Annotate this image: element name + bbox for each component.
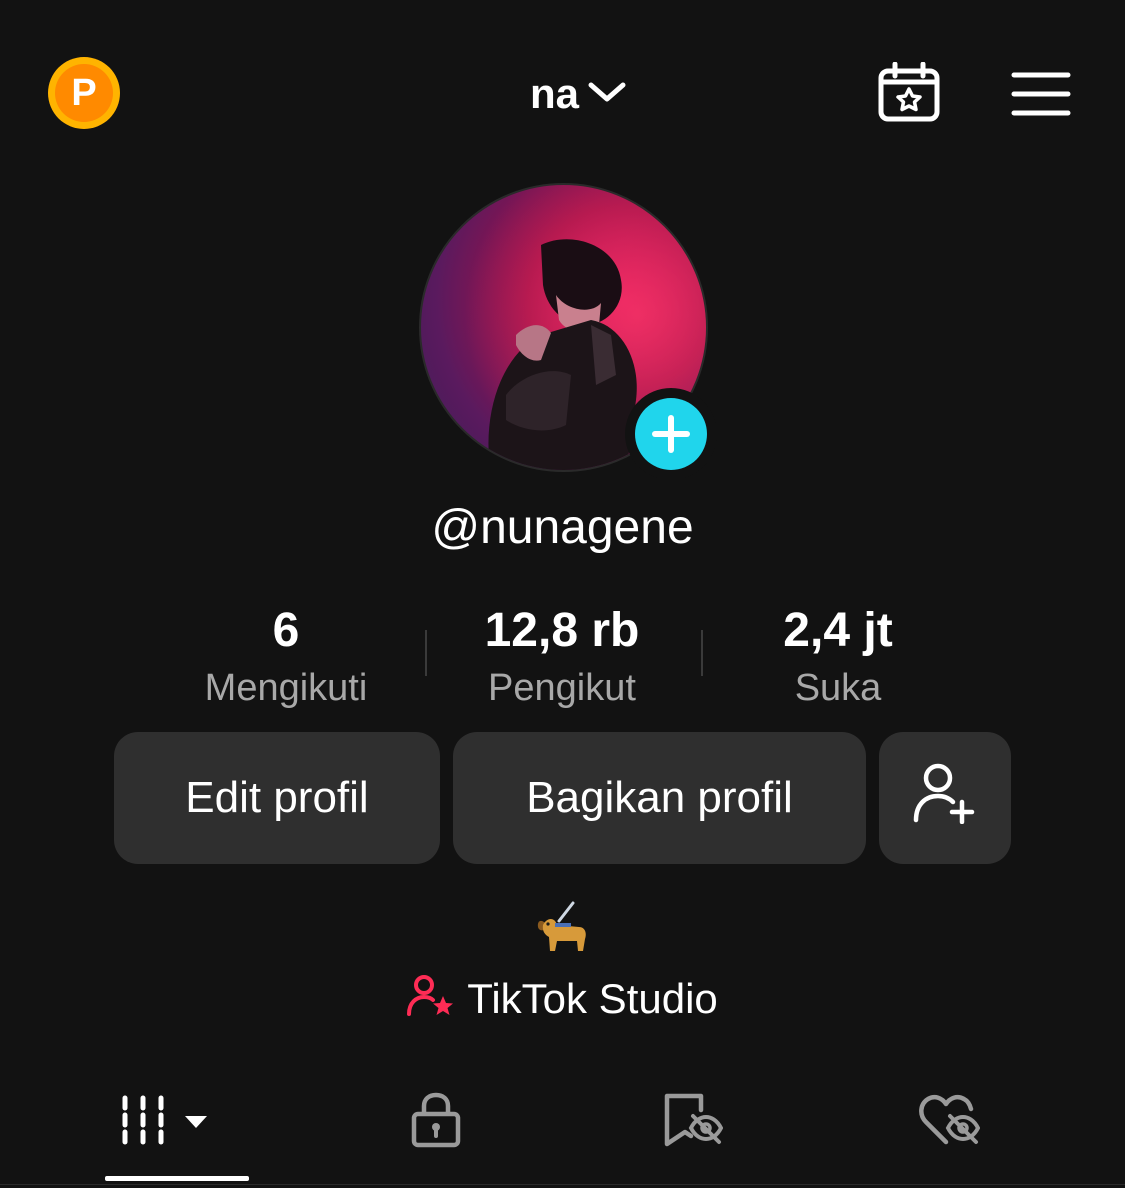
coin-letter: P (55, 64, 113, 122)
add-user-icon (912, 762, 978, 835)
stat-following-label: Mengikuti (204, 667, 368, 709)
stat-followers-label: Pengikut (488, 667, 636, 709)
heart-hidden-icon (918, 1092, 981, 1153)
profile-handle: @nunagene (431, 501, 694, 554)
profile-stats: 6 Mengikuti 12,8 rb Pengikut 2,4 jt Suka (148, 600, 976, 712)
stat-divider (701, 630, 703, 676)
stat-following-value: 6 (272, 604, 300, 657)
calendar-star-icon[interactable] (872, 58, 946, 128)
tab-private[interactable] (400, 1090, 472, 1154)
tab-saved[interactable] (656, 1090, 728, 1154)
hamburger-menu-icon[interactable] (1005, 62, 1077, 126)
add-friend-button[interactable] (879, 732, 1011, 864)
studio-label: TikTok Studio (467, 974, 718, 1022)
tab-selected-indicator (105, 1176, 249, 1181)
bookmark-hidden-icon (661, 1092, 724, 1153)
tab-divider (0, 1184, 1125, 1185)
grid-icon (117, 1094, 237, 1151)
stat-likes-label: Suka (794, 667, 882, 709)
stat-following[interactable]: 6 Mengikuti (148, 600, 424, 712)
guide-dog-icon (530, 896, 594, 956)
stat-likes-value: 2,4 jt (783, 604, 893, 657)
add-avatar-button[interactable] (625, 388, 717, 480)
stat-likes[interactable]: 2,4 jt Suka (700, 600, 976, 712)
stat-followers[interactable]: 12,8 rb Pengikut (424, 600, 700, 712)
account-switcher[interactable]: na (530, 66, 627, 122)
account-name: na (530, 70, 580, 117)
stat-followers-value: 12,8 rb (484, 604, 640, 657)
creator-star-icon (407, 974, 455, 1023)
coin-icon[interactable]: P (48, 57, 120, 129)
stat-divider (425, 630, 427, 676)
profile-page: P na @nunagene 6 Mengikuti 12,8 rb Pengi… (0, 0, 1125, 1188)
tab-videos[interactable] (105, 1090, 249, 1154)
edit-profile-button[interactable]: Edit profil (114, 732, 440, 864)
lock-icon (410, 1092, 462, 1153)
tiktok-studio-link[interactable]: TikTok Studio (0, 974, 1125, 1023)
share-profile-button[interactable]: Bagikan profil (453, 732, 866, 864)
chevron-down-icon (587, 77, 627, 112)
tab-liked[interactable] (913, 1090, 985, 1154)
plus-icon (635, 398, 707, 470)
